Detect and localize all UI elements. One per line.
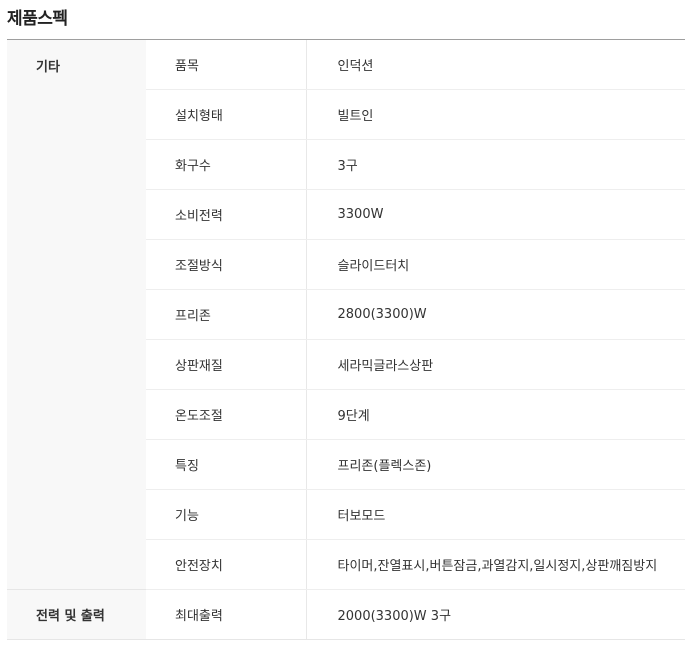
spec-value: 프리존(플렉스존) — [306, 439, 685, 490]
spec-label: 최대출력 — [146, 589, 307, 640]
spec-value: 인덕션 — [306, 40, 685, 90]
spec-table: 기타 품목 인덕션 설치형태 빌트인 화구수 3구 소비전력 3300W 조절방… — [7, 40, 685, 640]
spec-label: 설치형태 — [146, 89, 307, 140]
spec-value: 세라믹글라스상판 — [306, 339, 685, 390]
spec-value: 2800(3300)W — [306, 289, 685, 340]
spec-label: 품목 — [146, 40, 307, 90]
product-spec-section: 제품스펙 기타 품목 인덕션 설치형태 빌트인 화구수 3구 소비전력 3300… — [0, 0, 685, 651]
table-row: 기타 품목 인덕션 — [7, 40, 685, 590]
spec-label: 특징 — [146, 439, 307, 490]
spec-label: 기능 — [146, 489, 307, 540]
table-row: 전력 및 출력 최대출력 2000(3300)W 3구 — [7, 589, 685, 640]
spec-label: 화구수 — [146, 139, 307, 190]
spec-value: 터보모드 — [306, 489, 685, 540]
spec-value: 슬라이드터치 — [306, 239, 685, 290]
spec-label: 온도조절 — [146, 389, 307, 440]
spec-label: 소비전력 — [146, 189, 307, 240]
spec-value: 타이머,잔열표시,버튼잠금,과열감지,일시정지,상판깨짐방지 — [306, 539, 685, 590]
section-title: 제품스펙 — [7, 9, 68, 29]
spec-value: 3300W — [306, 189, 685, 240]
spec-label: 상판재질 — [146, 339, 307, 390]
spec-value: 3구 — [306, 139, 685, 190]
spec-label: 조절방식 — [146, 239, 307, 290]
spec-label: 안전장치 — [146, 539, 307, 590]
spec-value: 빌트인 — [306, 89, 685, 140]
spec-value: 9단계 — [306, 389, 685, 440]
group-header-power-output: 전력 및 출력 — [7, 589, 146, 640]
group-header-etc: 기타 — [7, 40, 146, 590]
spec-value: 2000(3300)W 3구 — [306, 589, 685, 640]
spec-label: 프리존 — [146, 289, 307, 340]
